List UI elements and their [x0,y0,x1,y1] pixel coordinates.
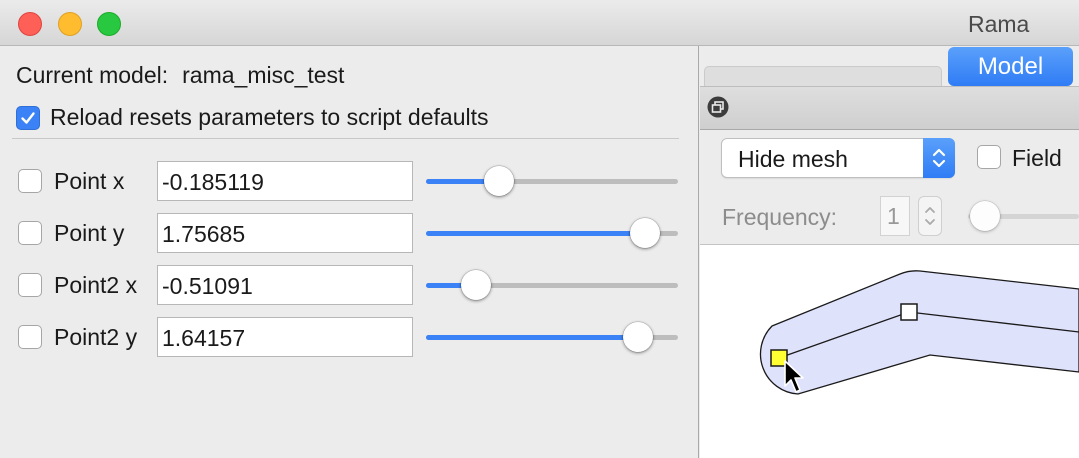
point2-y-slider[interactable] [426,322,678,352]
frequency-slider[interactable] [968,201,1079,231]
current-model-line: Current model: rama_misc_test [16,62,344,89]
parameters-panel: Current model: rama_misc_test Reload rese… [0,46,699,458]
reload-checkbox[interactable] [16,105,40,130]
window-title: Rama [968,11,1030,37]
point2-x-label: Point2 x [54,272,138,298]
point2-y-label: Point2 y [54,324,138,350]
model-canvas[interactable] [700,245,1079,458]
tab-inactive[interactable] [704,66,942,86]
point-x-label: Point x [54,168,125,194]
point-y-input[interactable]: 1.75685 [157,213,413,253]
point2-y-checkbox[interactable] [18,325,42,349]
mesh-select-button[interactable] [923,138,955,178]
point2-y-input[interactable]: 1.64157 [157,317,413,357]
checkmark-icon [21,111,35,124]
frequency-label: Frequency: [722,204,838,230]
current-model-value: rama_misc_test [182,62,345,88]
point-y-label: Point y [54,220,125,246]
close-window-button[interactable] [18,12,42,36]
point-y-checkbox[interactable] [18,221,42,245]
reload-label: Reload resets parameters to script defau… [50,104,489,130]
param-row-point2-x: Point2 x -0.51091 [18,265,688,305]
point2-x-slider[interactable] [426,270,678,300]
point-y-slider[interactable] [426,218,678,248]
point-x-checkbox[interactable] [18,169,42,193]
restore-window-icon[interactable] [707,96,729,118]
swept-shape [759,270,1079,395]
control-point-2[interactable] [900,303,918,321]
field-checkbox[interactable] [977,145,1001,169]
slider-knob[interactable] [970,201,1000,231]
mesh-select[interactable]: Hide mesh [721,138,955,178]
model-drawing [759,270,1079,395]
slider-knob[interactable] [461,270,492,300]
point-x-slider[interactable] [426,166,678,196]
param-row-point-y: Point y 1.75685 [18,213,688,253]
section-divider [12,138,679,139]
param-row-point-x: Point x -0.185119 [18,161,688,201]
model-panel: Model Hide mesh Field Frequency: 1 [700,46,1079,458]
point2-x-checkbox[interactable] [18,273,42,297]
slider-knob[interactable] [622,322,653,352]
slider-knob[interactable] [484,166,515,196]
slider-knob[interactable] [630,218,661,248]
point2-x-input[interactable]: -0.51091 [157,265,413,305]
frequency-input[interactable]: 1 [880,196,910,236]
mesh-select-value: Hide mesh [738,146,848,172]
field-label: Field [1012,145,1062,171]
param-row-point2-y: Point2 y 1.64157 [18,317,688,357]
panel-header-bar [700,86,1079,130]
title-bar: Rama [0,0,1079,46]
chevron-updown-icon [932,148,946,168]
current-model-label: Current model: [16,62,169,88]
stepper-arrows-icon [925,207,935,225]
point-x-input[interactable]: -0.185119 [157,161,413,201]
reload-option[interactable]: Reload resets parameters to script defau… [16,104,488,131]
tab-model[interactable]: Model [948,47,1073,86]
zoom-window-button[interactable] [97,12,121,36]
minimize-window-button[interactable] [58,12,82,36]
frequency-stepper[interactable] [918,196,942,236]
